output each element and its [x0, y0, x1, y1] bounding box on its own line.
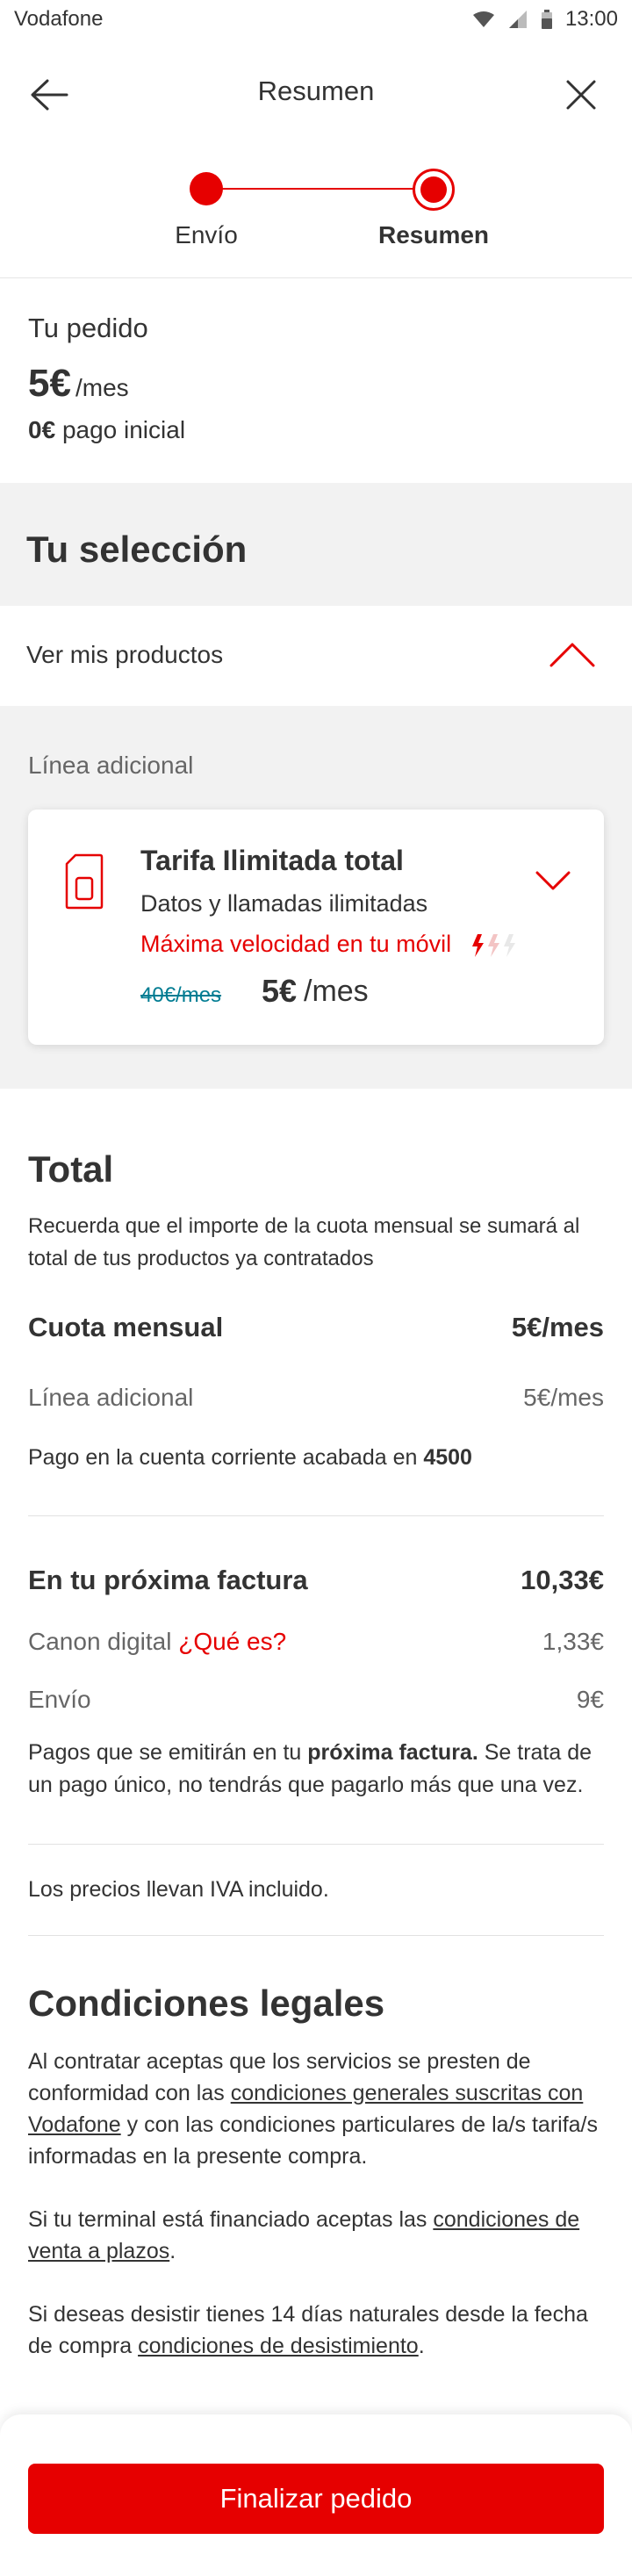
- finish-order-button[interactable]: Finalizar pedido: [28, 2464, 604, 2534]
- close-button[interactable]: [555, 68, 607, 121]
- bank-account-info: Pago en la cuenta corriente acabada en 4…: [28, 1445, 472, 1471]
- products-toggle[interactable]: Ver mis productos: [0, 606, 632, 706]
- tariff-new-price: 5€: [262, 973, 298, 1009]
- status-time: 13:00: [564, 7, 618, 31]
- status-icons: 13:00: [472, 7, 618, 32]
- legal-paragraph-general: Al contratar aceptas que los servicios s…: [28, 2046, 607, 2172]
- legal-paragraph-financing: Si tu terminal está financiado aceptas l…: [28, 2204, 607, 2267]
- legal-title: Condiciones legales: [28, 1982, 385, 2024]
- divider: [0, 277, 632, 278]
- initial-label: pago inicial: [61, 416, 186, 443]
- canon-info-link[interactable]: ¿Qué es?: [178, 1628, 286, 1655]
- total-title: Total: [28, 1148, 114, 1190]
- invoice-note-bold: próxima factura.: [307, 1740, 478, 1765]
- order-initial-payment: 0€ pago inicial: [28, 416, 185, 444]
- invoice-note: Pagos que se emitirán en tu próxima fact…: [28, 1737, 607, 1802]
- order-price: 5€: [28, 362, 71, 405]
- selection-title: Tu selección: [26, 529, 248, 570]
- shipping-label: Envío: [28, 1686, 91, 1713]
- additional-line-row: Línea adicional 5€/mes: [28, 1384, 604, 1412]
- step-label-resumen: Resumen: [377, 221, 490, 248]
- page-title: Resumen: [257, 76, 375, 106]
- additional-line-value: 5€/mes: [523, 1384, 604, 1411]
- step-label-envio: Envío: [175, 221, 238, 248]
- invoice-note-prefix: Pagos que se emitirán en tu: [28, 1740, 302, 1765]
- legal-paragraph-withdrawal: Si deseas desistir tienes 14 días natura…: [28, 2299, 607, 2362]
- monthly-fee-label: Cuota mensual: [28, 1312, 224, 1342]
- iva-note: Los precios llevan IVA incluido.: [28, 1877, 329, 1902]
- order-price-unit: /mes: [75, 374, 129, 401]
- status-bar: Vodafone 13:00: [0, 0, 632, 39]
- tariff-old-price: 40€/mes: [140, 983, 222, 1007]
- stepper-line: [205, 188, 434, 190]
- battery-icon: [541, 10, 552, 29]
- divider: [28, 1844, 604, 1845]
- wifi-icon: [472, 11, 494, 27]
- progress-stepper: Envío Resumen: [0, 149, 632, 274]
- initial-amount: 0€: [28, 416, 56, 443]
- additional-line-label: Línea adicional: [28, 1384, 194, 1411]
- total-description: Recuerda que el importe de la cuota mens…: [28, 1214, 580, 1270]
- canon-digital-label-wrap: Canon digital ¿Qué es?: [28, 1628, 286, 1656]
- legal-p2-suffix: .: [169, 2239, 176, 2263]
- carrier-name: Vodafone: [14, 7, 104, 31]
- step-dot-envio: [190, 172, 223, 205]
- bank-prefix: Pago en la cuenta corriente acabada en: [28, 1445, 418, 1470]
- tariff-new-price-unit: /mes: [304, 975, 369, 1008]
- signal-icon: [508, 11, 527, 28]
- chevron-up-icon[interactable]: [544, 632, 600, 680]
- step-dot-resumen: [413, 169, 455, 211]
- canon-digital-row: Canon digital ¿Qué es? 1,33€: [28, 1628, 604, 1656]
- tariff-speed: Máxima velocidad en tu móvil: [140, 931, 452, 957]
- order-title: Tu pedido: [28, 313, 148, 343]
- withdrawal-conditions-link[interactable]: condiciones de desistimiento: [138, 2334, 419, 2358]
- bank-digits: 4500: [423, 1445, 472, 1470]
- tariff-card: Tarifa Ilimitada total Datos y llamadas …: [28, 809, 604, 1045]
- monthly-fee-row: Cuota mensual 5€/mes: [28, 1312, 604, 1343]
- close-icon: [566, 80, 596, 110]
- next-invoice-row: En tu próxima factura 10,33€: [28, 1565, 604, 1596]
- monthly-fee-value: 5€/mes: [511, 1312, 604, 1342]
- shipping-value: 9€: [576, 1686, 604, 1713]
- divider: [28, 1515, 604, 1516]
- tariff-subtitle: Datos y llamadas ilimitadas: [140, 890, 428, 917]
- canon-digital-value: 1,33€: [542, 1628, 604, 1655]
- chevron-down-icon[interactable]: [532, 862, 574, 897]
- products-toggle-label: Ver mis productos: [26, 641, 224, 668]
- header: Resumen: [0, 39, 632, 146]
- divider: [28, 1935, 604, 1936]
- canon-digital-label: Canon digital: [28, 1628, 172, 1655]
- shipping-row: Envío 9€: [28, 1686, 604, 1714]
- bottom-action-bar: Finalizar pedido: [0, 2414, 632, 2576]
- next-invoice-label: En tu próxima factura: [28, 1565, 308, 1595]
- next-invoice-value: 10,33€: [521, 1565, 604, 1595]
- tariff-title: Tarifa Ilimitada total: [140, 845, 404, 876]
- lightning-icon: [472, 934, 515, 957]
- line-type-label: Línea adicional: [28, 752, 194, 779]
- legal-p2-prefix: Si tu terminal está financiado aceptas l…: [28, 2207, 427, 2232]
- legal-p3-suffix: .: [418, 2334, 425, 2358]
- sim-card-icon: [65, 853, 104, 910]
